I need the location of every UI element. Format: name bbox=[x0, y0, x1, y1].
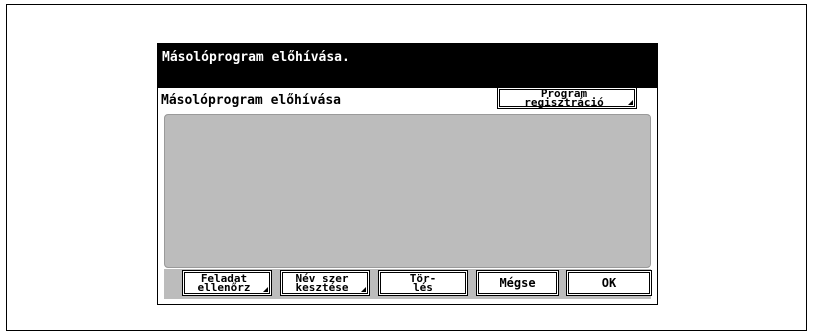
submenu-corner-icon bbox=[263, 287, 268, 292]
cancel-label: Mégse bbox=[499, 275, 536, 290]
delete-label: Tör- lés bbox=[409, 272, 437, 294]
cancel-button[interactable]: Mégse bbox=[476, 270, 559, 296]
ok-button[interactable]: OK bbox=[566, 270, 652, 296]
delete-button[interactable]: Tör- lés bbox=[378, 270, 468, 296]
submenu-corner-icon bbox=[361, 287, 366, 292]
rename-button[interactable]: Név szer kesztése bbox=[280, 270, 370, 296]
rename-label: Név szer kesztése bbox=[295, 272, 349, 294]
ok-label: OK bbox=[601, 275, 617, 290]
task-check-label: Feladat ellenőrz bbox=[197, 272, 251, 294]
button-layer: Feladat ellenőrz Név szer kesztése Tör- … bbox=[157, 43, 658, 305]
task-check-button[interactable]: Feladat ellenőrz bbox=[182, 270, 272, 296]
